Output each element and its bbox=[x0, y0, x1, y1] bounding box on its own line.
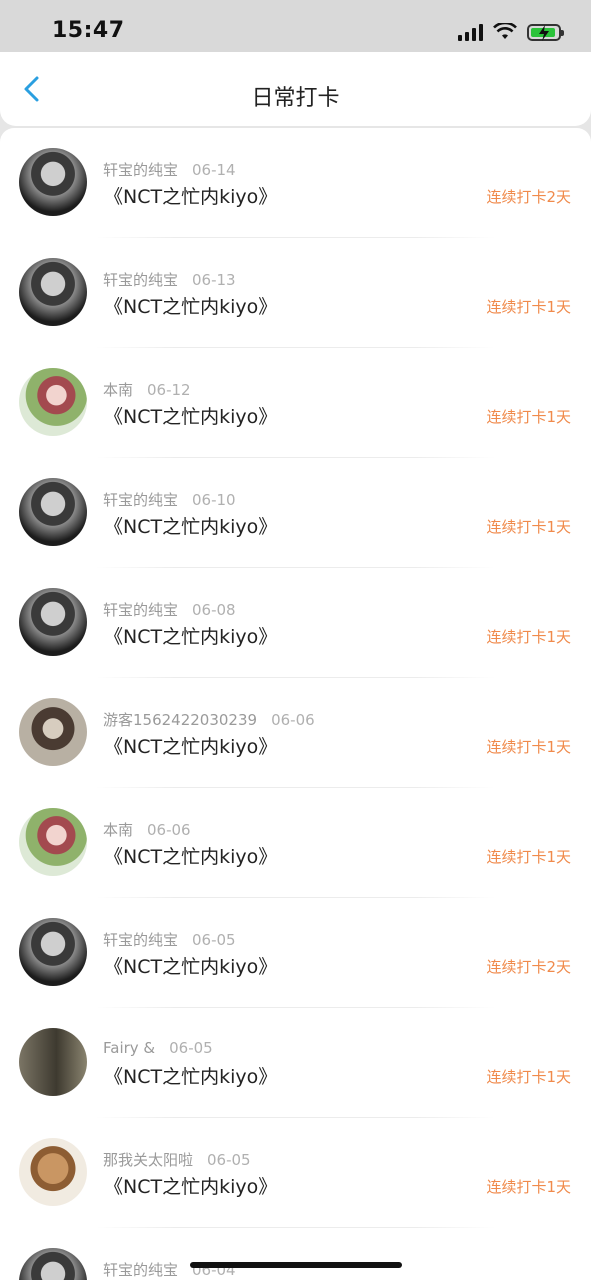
book-title: 《NCT之忙内kiyo》 bbox=[104, 1176, 278, 1198]
avatar[interactable] bbox=[19, 1138, 87, 1206]
streak-badge: 连续打卡2天 bbox=[486, 188, 571, 206]
list-item[interactable]: 轩宝的纯宝 06-05 《NCT之忙内kiyo》 连续打卡2天 bbox=[0, 898, 591, 1008]
book-title: 《NCT之忙内kiyo》 bbox=[104, 956, 278, 978]
user-name: 轩宝的纯宝 bbox=[103, 1261, 179, 1279]
checkin-date: 06-10 bbox=[192, 491, 236, 509]
user-name: 轩宝的纯宝 bbox=[103, 161, 179, 179]
list-item[interactable]: 轩宝的纯宝 06-08 《NCT之忙内kiyo》 连续打卡1天 bbox=[0, 568, 591, 678]
user-name: 那我关太阳啦 bbox=[103, 1151, 194, 1169]
checkin-date: 06-05 bbox=[192, 931, 236, 949]
checkin-date: 06-12 bbox=[147, 381, 191, 399]
checkin-date: 06-05 bbox=[169, 1039, 213, 1057]
user-name: 轩宝的纯宝 bbox=[103, 601, 179, 619]
checkin-date: 06-05 bbox=[207, 1151, 251, 1169]
list-item[interactable]: 轩宝的纯宝 06-14 《NCT之忙内kiyo》 连续打卡2天 bbox=[0, 128, 591, 238]
avatar[interactable] bbox=[19, 478, 87, 546]
streak-badge: 连续打卡1天 bbox=[486, 1068, 571, 1086]
checkin-date: 06-13 bbox=[192, 271, 236, 289]
list-item[interactable]: 本南 06-12 《NCT之忙内kiyo》 连续打卡1天 bbox=[0, 348, 591, 458]
streak-badge: 连续打卡2天 bbox=[486, 958, 571, 976]
checkin-date: 06-06 bbox=[271, 711, 315, 729]
streak-badge: 连续打卡1天 bbox=[486, 408, 571, 426]
avatar[interactable] bbox=[19, 148, 87, 216]
streak-badge: 连续打卡1天 bbox=[486, 738, 571, 756]
streak-badge: 连续打卡1天 bbox=[486, 518, 571, 536]
avatar[interactable] bbox=[19, 918, 87, 986]
status-time: 15:47 bbox=[52, 18, 125, 43]
checkin-list[interactable]: 轩宝的纯宝 06-14 《NCT之忙内kiyo》 连续打卡2天 轩宝的纯宝 06-1… bbox=[0, 128, 591, 1280]
book-title: 《NCT之忙内kiyo》 bbox=[104, 1066, 278, 1088]
checkin-date: 06-06 bbox=[147, 821, 191, 839]
cellular-signal-icon bbox=[458, 23, 483, 41]
page-title: 日常打卡 bbox=[251, 86, 340, 111]
book-title: 《NCT之忙内kiyo》 bbox=[104, 626, 278, 648]
nav-bar: 日常打卡 bbox=[0, 52, 591, 126]
list-item[interactable]: 那我关太阳啦 06-05 《NCT之忙内kiyo》 连续打卡1天 bbox=[0, 1118, 591, 1228]
book-title: 《NCT之忙内kiyo》 bbox=[104, 296, 278, 318]
streak-badge: 连续打卡1天 bbox=[486, 628, 571, 646]
book-title: 《NCT之忙内kiyo》 bbox=[104, 406, 278, 428]
list-item[interactable]: 轩宝的纯宝 06-13 《NCT之忙内kiyo》 连续打卡1天 bbox=[0, 238, 591, 348]
avatar[interactable] bbox=[19, 1248, 87, 1280]
status-icons bbox=[458, 20, 564, 44]
streak-badge: 连续打卡1天 bbox=[486, 298, 571, 316]
book-title: 《NCT之忙内kiyo》 bbox=[104, 516, 278, 538]
avatar[interactable] bbox=[19, 808, 87, 876]
user-name: 游客1562422030239 bbox=[103, 711, 258, 729]
streak-badge: 连续打卡1天 bbox=[486, 848, 571, 866]
checkin-date: 06-14 bbox=[192, 161, 236, 179]
avatar[interactable] bbox=[19, 1028, 87, 1096]
book-title: 《NCT之忙内kiyo》 bbox=[104, 846, 278, 868]
user-name: 本南 bbox=[103, 821, 134, 839]
streak-badge: 连续打卡1天 bbox=[486, 1178, 571, 1196]
list-item[interactable]: 本南 06-06 《NCT之忙内kiyo》 连续打卡1天 bbox=[0, 788, 591, 898]
battery-icon bbox=[527, 23, 564, 41]
user-name: 轩宝的纯宝 bbox=[103, 491, 179, 509]
book-title: 《NCT之忙内kiyo》 bbox=[104, 186, 278, 208]
user-name: Fairy & bbox=[103, 1039, 156, 1057]
list-item[interactable]: 轩宝的纯宝 06-04 bbox=[0, 1228, 591, 1280]
user-name: 本南 bbox=[103, 381, 134, 399]
checkin-date: 06-08 bbox=[192, 601, 236, 619]
home-indicator[interactable] bbox=[190, 1262, 402, 1268]
list-item[interactable]: Fairy & 06-05 《NCT之忙内kiyo》 连续打卡1天 bbox=[0, 1008, 591, 1118]
avatar[interactable] bbox=[19, 588, 87, 656]
list-item[interactable]: 游客1562422030239 06-06 《NCT之忙内kiyo》 连续打卡1天 bbox=[0, 678, 591, 788]
avatar[interactable] bbox=[19, 368, 87, 436]
avatar[interactable] bbox=[19, 258, 87, 326]
avatar[interactable] bbox=[19, 698, 87, 766]
wifi-icon bbox=[493, 23, 517, 39]
user-name: 轩宝的纯宝 bbox=[103, 931, 179, 949]
list-item[interactable]: 轩宝的纯宝 06-10 《NCT之忙内kiyo》 连续打卡1天 bbox=[0, 458, 591, 568]
status-bar: 15:47 bbox=[0, 0, 591, 52]
book-title: 《NCT之忙内kiyo》 bbox=[104, 736, 278, 758]
user-name: 轩宝的纯宝 bbox=[103, 271, 179, 289]
